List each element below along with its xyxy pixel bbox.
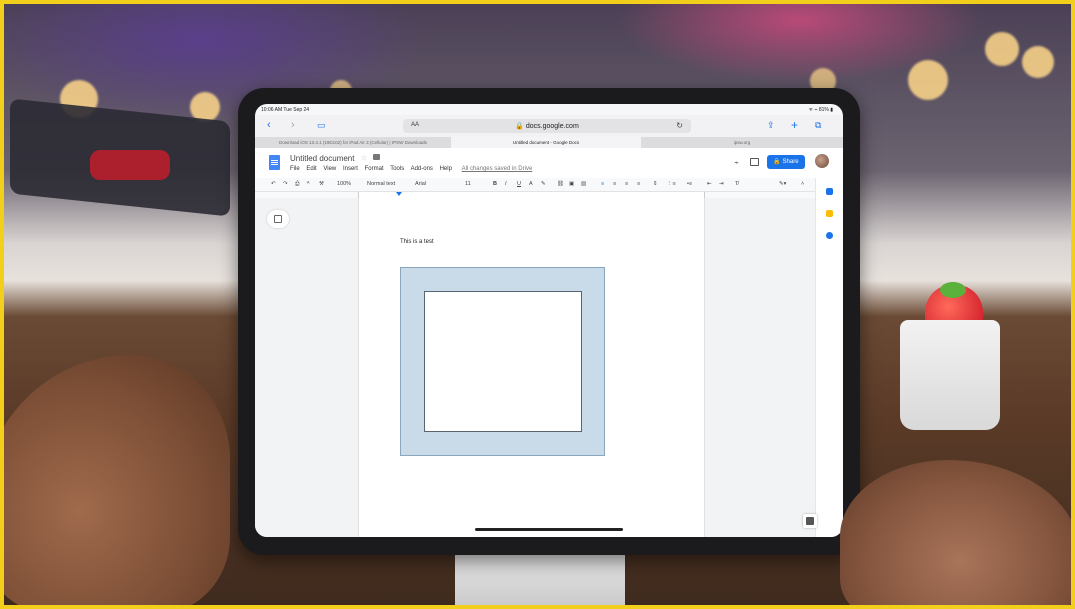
home-indicator[interactable] <box>475 528 623 531</box>
menu-edit[interactable]: Edit <box>306 166 316 172</box>
numbered-list-icon[interactable]: ⋮≡ <box>667 181 676 187</box>
outline-button[interactable] <box>267 210 289 228</box>
activity-dashboard-icon[interactable]: ⌁ <box>734 158 739 167</box>
tab-ipsw-downloads[interactable]: Download iOS 13.4.1 (19D102) for iPad Ai… <box>255 137 451 148</box>
star-icon[interactable]: ☆ <box>361 154 367 162</box>
paint-format-icon[interactable]: ⚒ <box>319 181 324 187</box>
comment-add-icon[interactable]: ▣ <box>569 181 574 187</box>
safari-toolbar: ‹ › ▭ AA 🔒 docs.google.com ↻ ⇪ + ⧉ <box>255 115 843 137</box>
ipad-screen: 10:06 AM Tue Sep 24 ᯤ ⌁ 81% ▮ ‹ › ▭ AA 🔒… <box>255 104 843 537</box>
inserted-drawing[interactable] <box>400 267 605 456</box>
menu-view[interactable]: View <box>323 166 336 172</box>
status-time: 10:06 AM Tue Sep 24 <box>261 107 310 113</box>
align-center-icon[interactable]: ≡ <box>613 181 616 187</box>
tabs-overview-icon[interactable]: ⧉ <box>815 119 821 131</box>
keep-icon[interactable] <box>826 210 833 217</box>
drawing-inner-rectangle <box>424 291 582 432</box>
font-size-select[interactable]: 11 <box>465 181 471 187</box>
side-panel <box>815 178 843 537</box>
undo-icon[interactable]: ↶ <box>271 181 276 187</box>
left-hand <box>0 355 230 609</box>
reload-icon[interactable]: ↻ <box>676 121 683 130</box>
explore-button[interactable] <box>803 514 817 528</box>
new-tab-icon[interactable]: + <box>791 119 798 131</box>
zoom-select[interactable]: 100% <box>337 181 351 187</box>
bokeh-light <box>908 60 948 100</box>
link-icon[interactable]: ⛓ <box>557 181 564 187</box>
comment-icon[interactable] <box>750 158 759 166</box>
highlight-icon[interactable]: ✎ <box>541 181 546 187</box>
print-icon[interactable]: ⎙ <box>295 181 299 188</box>
font-select[interactable]: Arial <box>415 181 426 187</box>
bulleted-list-icon[interactable]: •≡ <box>687 181 692 187</box>
tab-google-docs[interactable]: Untitled document - Google Docs <box>451 137 641 148</box>
document-body-text[interactable]: This is a test <box>400 239 434 245</box>
sidebar-icon[interactable]: ▭ <box>317 119 326 131</box>
chevron-right-icon[interactable]: › <box>291 119 295 131</box>
document-page[interactable]: This is a test <box>358 198 705 537</box>
align-right-icon[interactable]: ≡ <box>625 181 628 187</box>
bold-button[interactable]: B <box>493 181 497 187</box>
share-button[interactable]: 🔒 Share <box>767 155 805 169</box>
indent-marker[interactable] <box>396 192 402 196</box>
document-canvas: This is a test <box>255 198 815 537</box>
italic-button[interactable]: I <box>505 181 507 187</box>
redo-icon[interactable]: ↷ <box>283 181 288 187</box>
decrease-indent-icon[interactable]: ⇤ <box>707 181 712 187</box>
menu-help[interactable]: Help <box>440 166 452 172</box>
menu-format[interactable]: Format <box>365 166 384 172</box>
docs-logo-icon[interactable] <box>269 155 280 170</box>
plant-pot <box>900 320 1000 430</box>
tab-ipsw-org[interactable]: ipsw.org <box>641 137 843 148</box>
url-text[interactable]: 🔒 docs.google.com <box>403 122 691 130</box>
menu-file[interactable]: File <box>290 166 300 172</box>
image-icon[interactable]: ▨ <box>581 181 586 187</box>
bokeh-light <box>1022 46 1054 78</box>
spellcheck-icon[interactable]: ᴬ <box>307 181 310 187</box>
folder-icon[interactable] <box>373 154 380 160</box>
avatar[interactable] <box>815 154 829 168</box>
text-color-button[interactable]: A <box>529 181 533 187</box>
tasks-icon[interactable] <box>826 232 833 239</box>
underline-button[interactable]: U <box>517 181 521 187</box>
address-bar[interactable]: AA 🔒 docs.google.com ↻ <box>403 119 691 133</box>
formatting-toolbar: ↶ ↷ ⎙ ᴬ ⚒ 100% Normal text Arial 11 B I … <box>255 178 815 192</box>
clear-formatting-icon[interactable]: T̸ <box>735 181 738 187</box>
collapse-icon[interactable]: ˄ <box>801 181 804 187</box>
ipad-stand <box>455 548 625 609</box>
menu-addons[interactable]: Add-ons <box>411 166 433 172</box>
status-indicators: ᯤ ⌁ 81% ▮ <box>808 107 833 113</box>
increase-indent-icon[interactable]: ⇥ <box>719 181 724 187</box>
document-title[interactable]: Untitled document <box>290 154 354 163</box>
line-spacing-icon[interactable]: ⇕ <box>653 181 658 187</box>
calendar-icon[interactable] <box>826 188 833 195</box>
plant-leaf <box>940 282 966 298</box>
saved-status[interactable]: All changes saved in Drive <box>462 166 533 172</box>
explore-icon <box>806 517 814 525</box>
chevron-left-icon[interactable]: ‹ <box>267 119 271 131</box>
bokeh-light <box>985 32 1019 66</box>
docs-header: Untitled document ☆ File Edit View Inser… <box>255 148 843 178</box>
menu-tools[interactable]: Tools <box>390 166 404 172</box>
menu-insert[interactable]: Insert <box>343 166 358 172</box>
align-justify-icon[interactable]: ≡ <box>637 181 640 187</box>
style-select[interactable]: Normal text <box>367 181 395 187</box>
outline-icon <box>274 215 282 223</box>
red-keycap <box>90 150 170 180</box>
share-icon[interactable]: ⇪ <box>767 119 775 131</box>
menu-bar: File Edit View Insert Format Tools Add-o… <box>290 166 537 172</box>
tab-bar: Download iOS 13.4.1 (19D102) for iPad Ai… <box>255 137 843 148</box>
align-left-icon[interactable]: ≡ <box>601 181 604 187</box>
editing-mode-icon[interactable]: ✎▾ <box>779 181 786 187</box>
